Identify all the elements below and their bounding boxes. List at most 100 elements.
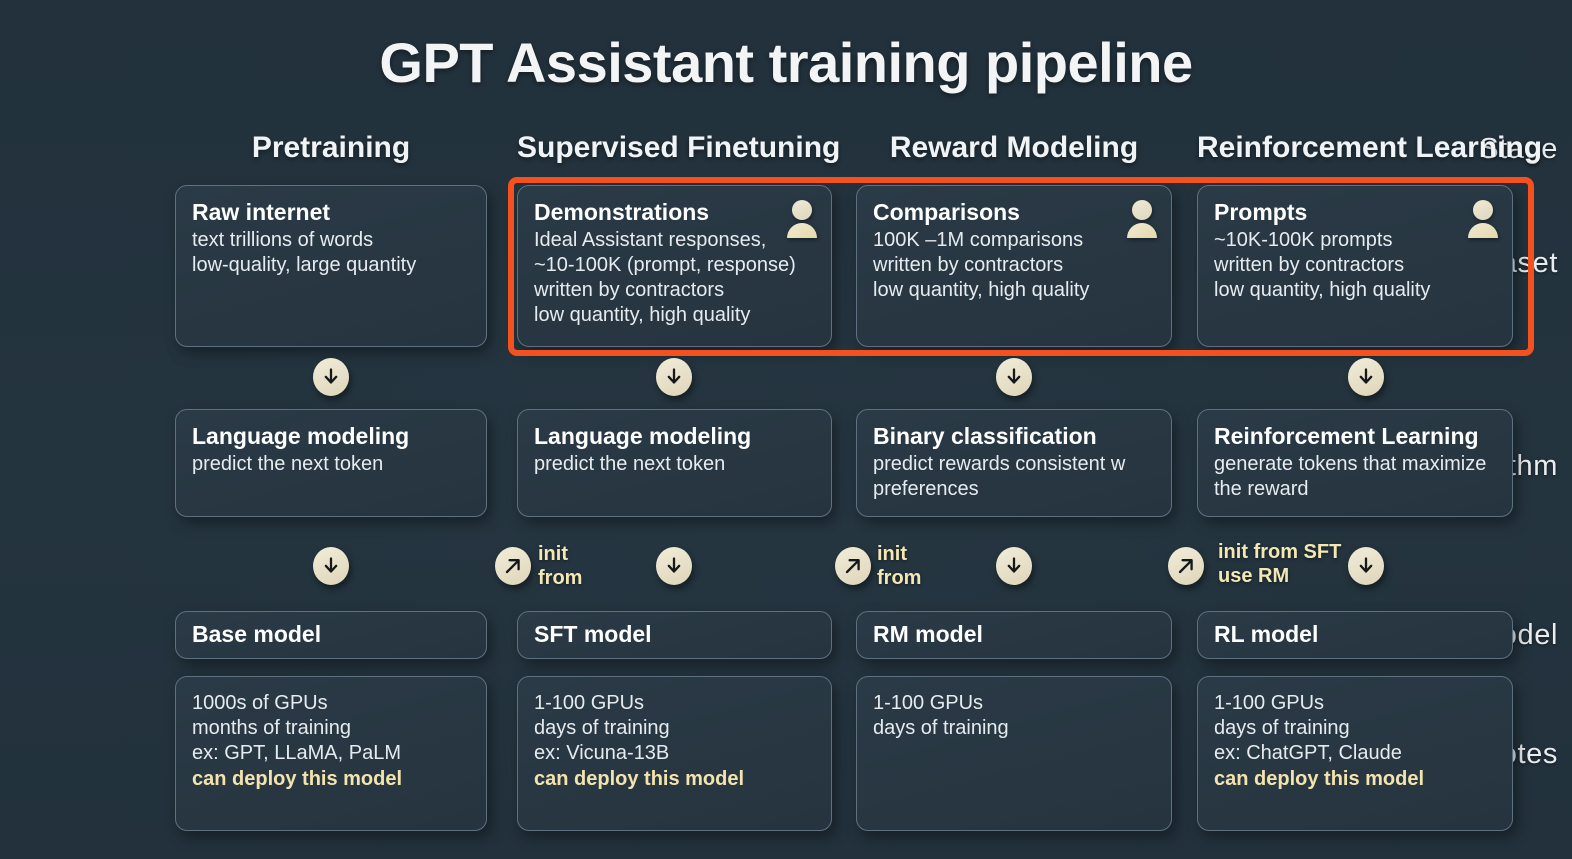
card-heading: Language modeling [192,423,410,449]
arrow-down-icon [1359,557,1373,573]
card-heading: Language modeling [534,423,752,449]
card-line: 1-100 GPUs [873,692,984,714]
init-arrow-rl [1168,547,1204,585]
card-line: written by contractors [534,279,725,302]
algorithm-card-supervised-finetuning[interactable]: Language modeling predict the next token [517,409,832,517]
down-arrow-rm-dataset [996,358,1032,396]
card-line: preferences [873,477,979,500]
init-label-line: init from SFT [1218,541,1342,563]
person-icon [787,200,817,238]
stage-header-reward-modeling: Reward Modeling [889,131,1139,164]
init-label-line: from [877,566,922,589]
arrow-down-icon [324,368,338,384]
card-line: written by contractors [1214,253,1405,276]
card-line: the reward [1214,477,1309,500]
card-line: predict the next token [192,452,384,475]
card-line: low-quality, large quantity [192,253,417,276]
card-accent-line: can deploy this model [192,767,403,790]
dataset-card-reinforcement-learning[interactable]: Prompts ~10K-100K prompts written by con… [1197,185,1513,347]
init-label-rl: init from SFT use RM [1218,541,1341,588]
down-arrow-pretraining-dataset [313,358,349,396]
card-line: days of training [873,717,1009,740]
card-line: predict the next token [534,452,726,475]
arrow-down-icon [1007,557,1021,573]
down-arrow-rm-algorithm [996,547,1032,585]
stage-header-supervised-finetuning: Supervised Finetuning [517,131,841,164]
model-card-reward-modeling[interactable]: RM model [856,611,1172,659]
person-icon-body [787,223,817,238]
card-heading: Reinforcement Learning [1214,423,1479,449]
card-line: ex: GPT, LLaMA, PaLM [192,742,401,765]
card-heading: SFT model [534,621,652,648]
card-accent-line: can deploy this model [534,767,745,790]
card-line: 1000s of GPUs [192,692,328,714]
init-label-line: init [538,543,568,565]
stage-header-pretraining: Pretraining [251,131,411,164]
card-line: months of training [192,717,351,740]
person-icon-body [1468,223,1498,238]
init-arrow-rm [835,547,871,585]
init-label-line: from [538,566,583,589]
person-icon-body [1127,223,1157,238]
arrow-down-icon [324,557,338,573]
arrow-up-right-icon [505,559,520,574]
model-card-reinforcement-learning[interactable]: RL model [1197,611,1513,659]
card-line: low quantity, high quality [1214,279,1431,302]
stage-header-reinforcement-learning: Reinforcement Learning [1197,131,1543,164]
down-arrow-rl-dataset [1348,358,1384,396]
dataset-card-reward-modeling[interactable]: Comparisons 100K –1M comparisons written… [856,185,1172,347]
person-icon-head [1132,200,1152,220]
init-label-line: init [877,543,907,565]
card-line: ~10-100K (prompt, response) [534,253,796,276]
card-line: 1-100 GPUs [1214,692,1325,714]
model-card-supervised-finetuning[interactable]: SFT model [517,611,832,659]
init-label-sft: init from [538,543,582,590]
notes-card-pretraining[interactable]: 1000s of GPUs months of training ex: GPT… [175,676,487,831]
init-label-line: use RM [1218,564,1290,587]
down-arrow-sft-dataset [656,358,692,396]
card-accent-line: can deploy this model [1214,767,1425,790]
card-heading: Binary classification [873,423,1097,449]
card-line: low quantity, high quality [873,279,1090,302]
card-heading: Comparisons [873,199,1020,225]
card-line: Ideal Assistant responses, [534,228,767,251]
model-card-pretraining[interactable]: Base model [175,611,487,659]
person-icon [1468,200,1498,238]
algorithm-card-reinforcement-learning[interactable]: Reinforcement Learning generate tokens t… [1197,409,1513,517]
notes-card-reward-modeling[interactable]: 1-100 GPUs days of training [856,676,1172,831]
slide-canvas: GPT Assistant training pipeline Stage Da… [0,0,1572,859]
card-line: ex: ChatGPT, Claude [1214,742,1402,765]
algorithm-card-reward-modeling[interactable]: Binary classification predict rewards co… [856,409,1172,517]
card-heading: Raw internet [192,199,331,225]
card-line: predict rewards consistent w [873,452,1126,475]
arrow-down-icon [1007,368,1021,384]
notes-card-supervised-finetuning[interactable]: 1-100 GPUs days of training ex: Vicuna-1… [517,676,832,831]
down-arrow-rl-algorithm [1348,547,1384,585]
page-title: GPT Assistant training pipeline [379,31,1193,94]
card-line: ~10K-100K prompts [1214,228,1393,251]
person-icon [1127,200,1157,238]
person-icon-head [1473,200,1493,220]
card-line: 1-100 GPUs [534,692,645,714]
algorithm-card-pretraining[interactable]: Language modeling predict the next token [175,409,487,517]
dataset-card-supervised-finetuning[interactable]: Demonstrations Ideal Assistant responses… [517,185,832,347]
card-line: low quantity, high quality [534,304,751,327]
arrow-down-icon [667,557,681,573]
down-arrow-sft-algorithm [656,547,692,585]
init-arrow-sft [495,547,531,585]
card-line: generate tokens that maximize [1214,452,1487,475]
down-arrow-pretraining-algorithm [313,547,349,585]
dataset-card-pretraining[interactable]: Raw internet text trillions of words low… [175,185,487,347]
card-line: ex: Vicuna-13B [534,742,670,765]
card-line: days of training [1214,717,1350,740]
arrow-down-icon [667,368,681,384]
card-line: text trillions of words [192,228,374,251]
arrow-up-right-icon [845,559,860,574]
arrow-up-right-icon [1178,559,1193,574]
card-heading: RL model [1214,621,1319,648]
arrow-down-icon [1359,368,1373,384]
card-heading: RM model [873,621,983,648]
card-line: days of training [534,717,670,740]
notes-card-reinforcement-learning[interactable]: 1-100 GPUs days of training ex: ChatGPT,… [1197,676,1513,831]
init-label-rm: init from [877,543,921,590]
